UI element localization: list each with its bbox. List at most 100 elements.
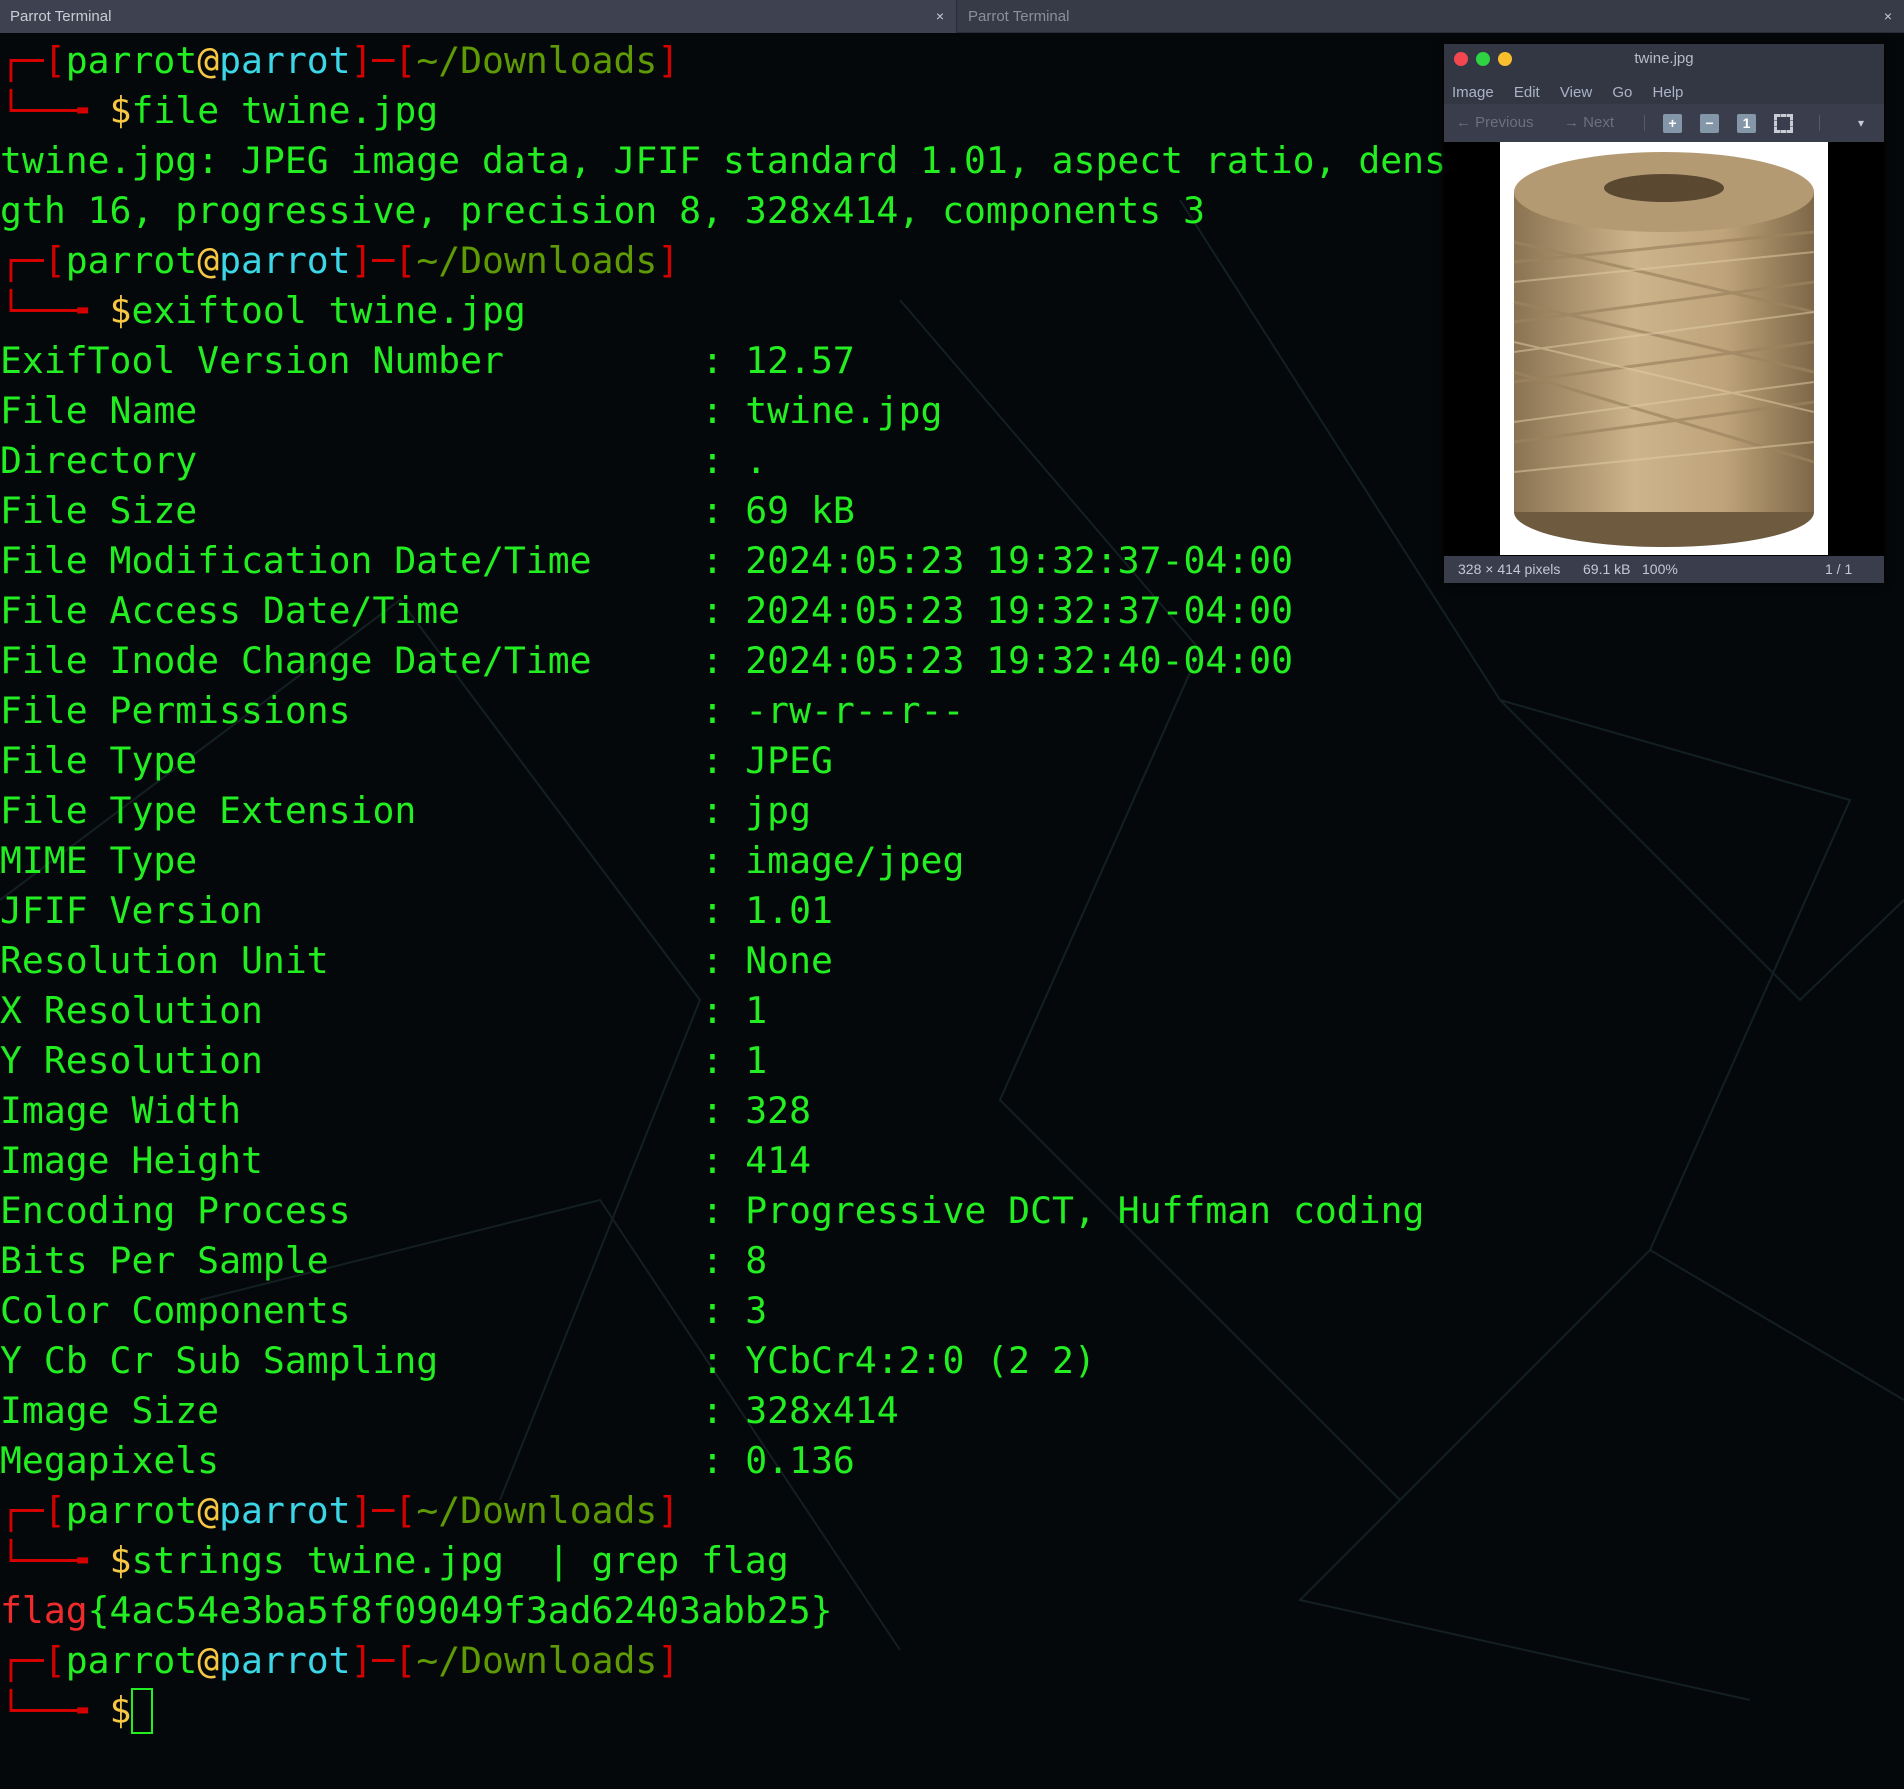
exif-key: File Name xyxy=(0,389,198,432)
menu-help[interactable]: Help xyxy=(1653,84,1684,101)
image-dimensions: 328 × 414 pixels xyxy=(1458,561,1561,577)
prompt-dollar: $ xyxy=(109,89,132,132)
exif-key: File Size xyxy=(0,489,198,532)
exif-key: File Inode Change Date/Time xyxy=(0,639,592,682)
exif-row: File Inode Change Date/Time: 2024:05:23 … xyxy=(0,636,1904,686)
menu-view[interactable]: View xyxy=(1560,84,1592,101)
exif-separator: : xyxy=(701,689,746,732)
exif-key: ExifTool Version Number xyxy=(0,339,504,382)
prompt-user: parrot xyxy=(65,39,198,82)
exif-value: 1.01 xyxy=(745,889,833,932)
exif-value: 328 xyxy=(745,1089,811,1132)
flag-prefix: flag xyxy=(0,1589,88,1632)
more-dropdown-icon[interactable]: ▾ xyxy=(1858,104,1864,142)
exif-value: jpg xyxy=(745,789,811,832)
viewer-status-bar: 328 × 414 pixels 69.1 kB 100% 1 / 1 xyxy=(1444,556,1884,583)
prompt-host: parrot xyxy=(219,39,351,82)
flag-value: {4ac54e3ba5f8f09049f3ad62403abb25} xyxy=(87,1589,833,1632)
toolbar-divider xyxy=(1644,115,1645,131)
exif-separator: : xyxy=(701,489,746,532)
prompt-frame: ┌─[ xyxy=(0,1639,66,1682)
prompt-at: @ xyxy=(197,1639,220,1682)
exif-key: Color Components xyxy=(0,1289,351,1332)
exif-value: JPEG xyxy=(745,739,833,782)
prompt-user: parrot xyxy=(65,1639,198,1682)
exif-row: File Access Date/Time: 2024:05:23 19:32:… xyxy=(0,586,1904,636)
prompt-frame: ]─[ xyxy=(350,239,417,282)
exif-value: 2024:05:23 19:32:37-04:00 xyxy=(745,539,1293,582)
prompt-arrow: └──╼ xyxy=(0,1689,110,1732)
viewer-title-bar: twine.jpg xyxy=(1444,44,1884,82)
command-text: strings twine.jpg | grep flag xyxy=(131,1539,789,1582)
file-output-text: gth 16, progressive, precision 8, 328x41… xyxy=(0,189,1205,232)
prompt-arrow: └──╼ xyxy=(0,289,110,332)
exif-separator: : xyxy=(701,1389,746,1432)
exif-key: Image Height xyxy=(0,1139,263,1182)
exif-separator: : xyxy=(701,1239,746,1282)
exif-value: . xyxy=(745,439,768,482)
exif-key: File Type xyxy=(0,739,198,782)
prompt-user: parrot xyxy=(65,239,198,282)
zoom-out-button[interactable]: − xyxy=(1700,114,1719,133)
exif-key: Resolution Unit xyxy=(0,939,329,982)
exif-row: Color Components: 3 xyxy=(0,1286,1904,1336)
arrow-right-icon: → xyxy=(1564,114,1584,131)
zoom-level: 100% xyxy=(1642,561,1678,577)
exif-separator: : xyxy=(701,1189,746,1232)
exif-key: Y Cb Cr Sub Sampling xyxy=(0,1339,439,1382)
file-size: 69.1 kB xyxy=(1583,561,1631,577)
exif-row: Image Size: 328x414 xyxy=(0,1386,1904,1436)
close-tab-icon[interactable]: × xyxy=(936,0,944,33)
exif-separator: : xyxy=(701,439,746,482)
exif-value: -rw-r--r-- xyxy=(745,689,965,732)
menu-edit[interactable]: Edit xyxy=(1514,84,1540,101)
exif-row: Y Cb Cr Sub Sampling: YCbCr4:2:0 (2 2) xyxy=(0,1336,1904,1386)
prompt-frame: ┌─[ xyxy=(0,239,66,282)
exif-key: Image Width xyxy=(0,1089,241,1132)
image-viewer-window[interactable]: twine.jpg Image Edit View Go Help ← Prev… xyxy=(1444,44,1884,583)
exif-value: YCbCr4:2:0 (2 2) xyxy=(745,1339,1096,1382)
prompt-path: ~/Downloads xyxy=(416,1639,658,1682)
exif-value: 69 kB xyxy=(745,489,855,532)
tab-parrot-terminal-1[interactable]: Parrot Terminal × xyxy=(0,0,957,33)
exif-key: File Access Date/Time xyxy=(0,589,461,632)
twine-ball-picture xyxy=(1513,152,1815,547)
exif-value: 0.136 xyxy=(745,1439,855,1482)
twine-image xyxy=(1500,142,1828,555)
prompt-path: ~/Downloads xyxy=(416,239,658,282)
normal-size-button[interactable]: 1 xyxy=(1737,114,1756,133)
exif-separator: : xyxy=(701,939,746,982)
menu-go[interactable]: Go xyxy=(1612,84,1632,101)
exif-value: image/jpeg xyxy=(745,839,965,882)
exif-value: 1 xyxy=(745,1039,768,1082)
exif-value: Progressive DCT, Huffman coding xyxy=(745,1189,1425,1232)
prompt-line: ┌─[parrot@parrot]─[~/Downloads] xyxy=(0,1486,1904,1536)
prompt-at: @ xyxy=(197,39,220,82)
exif-separator: : xyxy=(701,539,746,582)
prompt-at: @ xyxy=(197,1489,220,1532)
exif-key: File Type Extension xyxy=(0,789,417,832)
next-button[interactable]: → Next xyxy=(1564,104,1614,142)
exif-row: Bits Per Sample: 8 xyxy=(0,1236,1904,1286)
exif-row: Y Resolution: 1 xyxy=(0,1036,1904,1086)
fullscreen-icon[interactable] xyxy=(1774,114,1793,133)
exif-separator: : xyxy=(701,639,746,682)
prompt-frame: ]─[ xyxy=(350,1639,417,1682)
exif-separator: : xyxy=(701,339,746,382)
tab-label: Parrot Terminal xyxy=(10,8,112,25)
zoom-in-button[interactable]: + xyxy=(1663,114,1682,133)
file-output-text: twine.jpg: JPEG image data, JFIF standar… xyxy=(0,139,1446,182)
exif-key: Megapixels xyxy=(0,1439,220,1482)
prompt-frame: ┌─[ xyxy=(0,1489,66,1532)
prompt-frame: ] xyxy=(657,1639,680,1682)
menu-image[interactable]: Image xyxy=(1452,84,1494,101)
prompt-host: parrot xyxy=(219,1639,351,1682)
tab-parrot-terminal-2[interactable]: Parrot Terminal × xyxy=(958,0,1904,33)
exif-row: Image Width: 328 xyxy=(0,1086,1904,1136)
viewer-toolbar: ← Previous → Next + − 1 ▾ xyxy=(1444,104,1884,142)
exif-row: MIME Type: image/jpeg xyxy=(0,836,1904,886)
exif-separator: : xyxy=(701,839,746,882)
prompt-arrow: └──╼ xyxy=(0,89,110,132)
close-tab-icon[interactable]: × xyxy=(1884,0,1892,33)
previous-button[interactable]: ← Previous xyxy=(1456,104,1534,142)
